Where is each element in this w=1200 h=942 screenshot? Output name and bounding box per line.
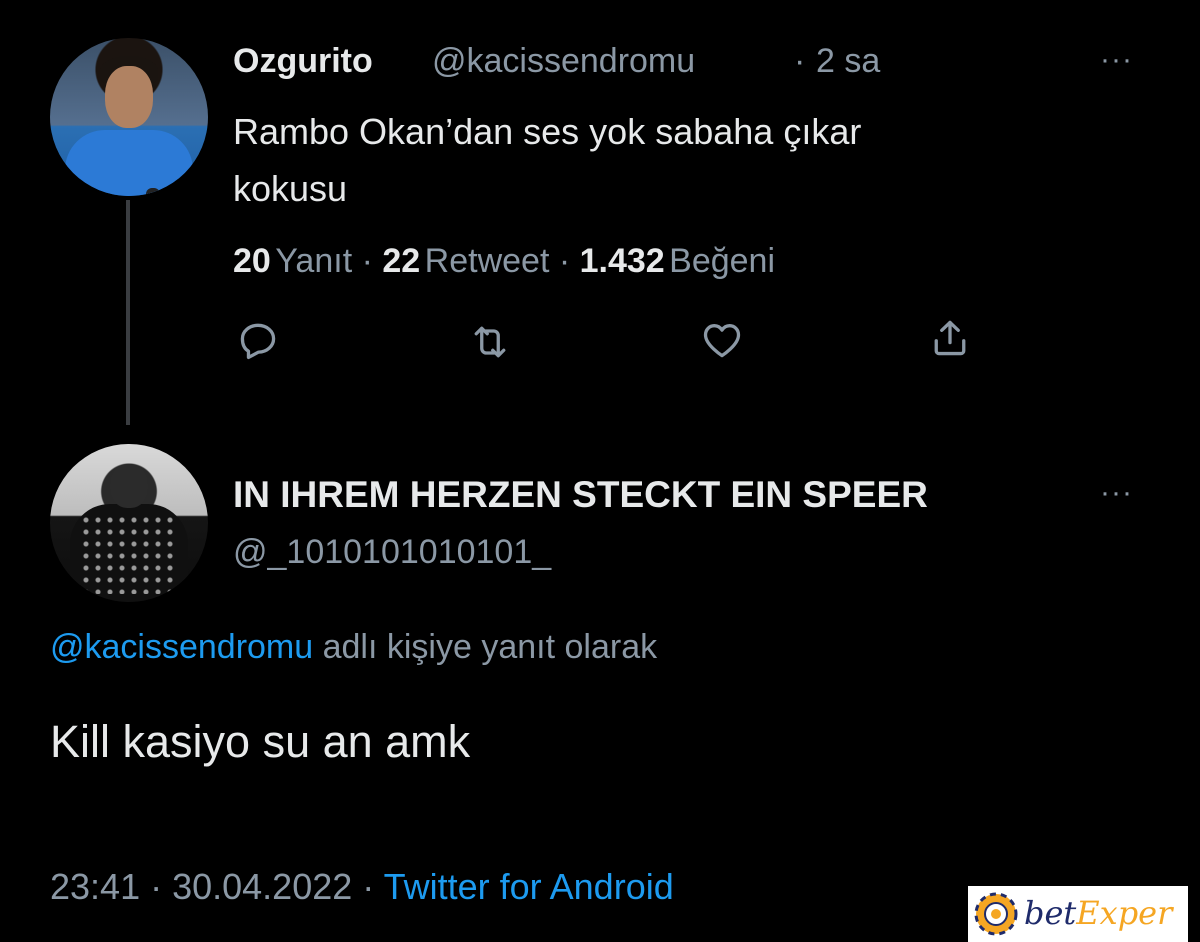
tweet-timestamp[interactable]: 23:41 · 30.04.2022 · <box>50 866 384 907</box>
replies-count[interactable]: 20 <box>233 242 271 280</box>
reply-to-suffix: adlı kişiye yanıt olarak <box>313 628 658 666</box>
reply-handle[interactable]: @_1010101010101_ <box>233 533 551 572</box>
reply-icon[interactable] <box>236 318 280 362</box>
stats-separator: · <box>549 242 580 280</box>
tweet-footer: 23:41 · 30.04.2022 · Twitter for Android <box>50 866 674 908</box>
replies-label[interactable]: Yanıt <box>275 242 352 280</box>
parent-tweet-text: Rambo Okan’dan ses yok sabaha çıkar koku… <box>233 103 1113 217</box>
reply-tweet-text: Kill kasiyo su an amk <box>50 716 471 767</box>
reply-to-mention-link[interactable]: @kacissendromu <box>50 628 313 666</box>
more-options-icon[interactable]: ··· <box>1100 45 1133 75</box>
microphone-icon <box>146 188 160 196</box>
replying-to-line: @kacissendromu adlı kişiye yanıt olarak <box>50 628 657 667</box>
watermark-logo: betExper <box>968 886 1188 942</box>
avatar-ozgurito[interactable] <box>50 38 208 196</box>
like-icon[interactable] <box>700 318 744 362</box>
watermark-text-prefix: bet <box>1024 894 1077 932</box>
parent-tweet-text-line2: kokusu <box>233 168 348 209</box>
thread-connector-line <box>126 200 130 425</box>
stats-separator: · <box>352 242 383 280</box>
parent-tweet-text-line1: Rambo Okan’dan ses yok sabaha çıkar <box>233 111 862 152</box>
more-options-icon[interactable]: ··· <box>1100 478 1133 508</box>
watermark-text-accent: Exper <box>1076 894 1173 932</box>
tweet-source-link[interactable]: Twitter for Android <box>384 866 674 907</box>
avatar-shirt <box>65 130 193 196</box>
avatar-face <box>105 66 153 128</box>
avatar-head <box>110 464 148 508</box>
tweet-stats: 20 Yanıt · 22 Retweet · 1.432 Beğeni <box>233 242 775 281</box>
avatar-reply-user[interactable] <box>50 444 208 602</box>
poker-chip-icon <box>974 892 1018 936</box>
parent-timestamp[interactable]: 2 sa <box>816 42 880 81</box>
retweets-label[interactable]: Retweet <box>425 242 550 280</box>
watermark-text: betExper <box>1024 894 1172 932</box>
handle-time-separator: · <box>794 42 806 80</box>
retweet-icon[interactable] <box>468 320 512 364</box>
likes-label[interactable]: Beğeni <box>669 242 775 280</box>
parent-display-name[interactable]: Ozgurito <box>233 42 373 81</box>
reply-display-name[interactable]: IN IHREM HERZEN STECKT EIN SPEER <box>233 474 928 516</box>
retweets-count[interactable]: 22 <box>382 242 420 280</box>
avatar-studs <box>80 514 178 594</box>
share-icon[interactable] <box>928 316 972 360</box>
parent-handle[interactable]: @kacissendromu <box>432 42 695 81</box>
likes-count[interactable]: 1.432 <box>580 242 665 280</box>
